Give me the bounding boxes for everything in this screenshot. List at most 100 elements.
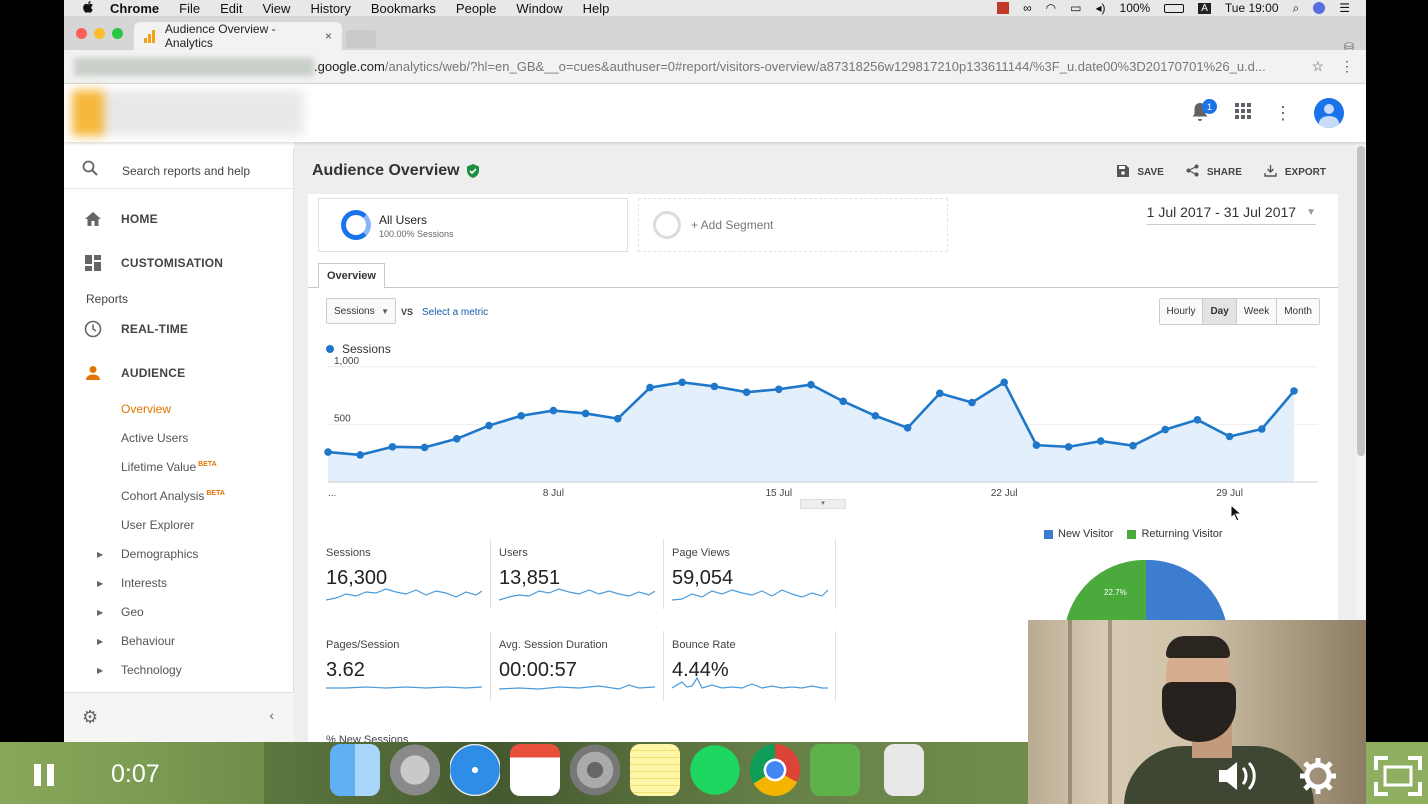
zoom-window-button[interactable]	[112, 28, 123, 39]
sidebar-item-realtime[interactable]: REAL-TIME	[82, 320, 188, 338]
admin-gear-icon[interactable]: ⚙	[82, 707, 98, 728]
pause-button[interactable]	[34, 764, 54, 786]
sidebar-subitem-cohort-analysis[interactable]: Cohort Analysis BETA	[121, 489, 225, 503]
blurred-account-selector[interactable]	[72, 90, 304, 136]
add-segment-button[interactable]: + Add Segment	[638, 198, 948, 252]
notifications-bell-icon[interactable]: 1	[1190, 99, 1217, 125]
minimize-window-button[interactable]	[94, 28, 105, 39]
browser-menu-icon[interactable]: ⋮	[1340, 58, 1354, 75]
sidebar-subitem-geo[interactable]: Geo	[121, 605, 144, 619]
expand-triangle-icon[interactable]: ▶	[97, 608, 103, 617]
new-tab-button[interactable]	[346, 30, 376, 48]
more-options-icon[interactable]: ⋮	[1274, 103, 1292, 124]
volume-icon[interactable]	[1215, 756, 1263, 796]
battery-icon[interactable]	[1164, 3, 1185, 13]
user-avatar[interactable]	[1314, 98, 1344, 128]
save-icon	[1117, 164, 1130, 180]
menu-edit[interactable]: Edit	[220, 1, 242, 16]
granularity-hourly[interactable]: Hourly	[1159, 299, 1204, 324]
bookmark-star-icon[interactable]: ☆	[1311, 58, 1324, 75]
chart-resize-handle[interactable]: ▾	[800, 499, 846, 509]
menubar-clock[interactable]: Tue 19:00	[1225, 1, 1279, 15]
sidebar-item-home[interactable]: HOME	[82, 210, 158, 228]
fullscreen-icon[interactable]	[1374, 756, 1422, 796]
granularity-week[interactable]: Week	[1236, 299, 1278, 324]
apps-grid-icon[interactable]	[1234, 102, 1252, 125]
apple-icon[interactable]	[82, 0, 96, 17]
search-input[interactable]: Search reports and help	[122, 164, 250, 178]
tab-close-icon[interactable]: ×	[325, 29, 332, 43]
menu-people[interactable]: People	[456, 1, 496, 16]
metric-dropdown[interactable]: Sessions ▼	[326, 298, 396, 324]
browser-tab-active[interactable]: Audience Overview - Analytics ×	[134, 22, 342, 50]
creative-cloud-icon[interactable]: ∞	[1023, 1, 1032, 15]
menu-help[interactable]: Help	[583, 1, 610, 16]
notes-icon[interactable]	[630, 744, 680, 796]
sidebar-subitem-interests[interactable]: Interests	[121, 576, 167, 590]
date-range-text: 1 Jul 2017 - 31 Jul 2017	[1146, 204, 1297, 220]
sidebar-subitem-overview[interactable]: Overview	[121, 402, 171, 416]
battery-percent: 100%	[1119, 1, 1151, 15]
siri-icon[interactable]	[1313, 2, 1326, 14]
sidebar-item-audience[interactable]: AUDIENCE	[82, 364, 185, 382]
input-source-badge[interactable]: A	[1198, 2, 1211, 14]
menu-view[interactable]: View	[262, 1, 290, 16]
tab-overview[interactable]: Overview	[318, 263, 385, 289]
wifi-icon[interactable]: ◠	[1046, 1, 1056, 15]
save-button[interactable]: SAVE	[1117, 164, 1164, 180]
sidebar-subitem-behaviour[interactable]: Behaviour	[121, 634, 175, 648]
expand-triangle-icon[interactable]: ▶	[97, 579, 103, 588]
spotlight-icon[interactable]: ⌕	[1293, 1, 1300, 16]
menu-history[interactable]: History	[310, 1, 350, 16]
share-button[interactable]: SHARE	[1186, 164, 1242, 180]
recording-icon[interactable]	[997, 2, 1010, 14]
granularity-month[interactable]: Month	[1277, 299, 1319, 324]
menu-bookmarks[interactable]: Bookmarks	[371, 1, 436, 16]
sidebar-subitem-active-users[interactable]: Active Users	[121, 431, 188, 445]
visitor-pie-chart[interactable]	[1064, 560, 1244, 620]
expand-triangle-icon[interactable]: ▶	[97, 550, 103, 559]
granularity-day[interactable]: Day	[1203, 299, 1237, 324]
menu-window[interactable]: Window	[516, 1, 562, 16]
notification-center-icon[interactable]: ☰	[1339, 1, 1350, 15]
caret-down-icon: ▼	[381, 306, 389, 316]
finder-icon[interactable]	[330, 744, 380, 796]
export-button[interactable]: EXPORT	[1264, 164, 1326, 180]
select-metric-link[interactable]: Select a metric	[422, 307, 488, 318]
calendar-icon[interactable]	[510, 744, 560, 796]
close-window-button[interactable]	[76, 28, 87, 39]
date-range-picker[interactable]: 1 Jul 2017 - 31 Jul 2017 ▼	[1146, 204, 1316, 225]
url-field[interactable]: .google.com/analytics/web/?hl=en_GB&__o=…	[314, 59, 1304, 74]
safari-icon[interactable]	[450, 744, 500, 796]
sidebar-subitem-lifetime-value[interactable]: Lifetime Value BETA	[121, 460, 217, 474]
scrollbar-thumb[interactable]	[1357, 146, 1365, 456]
camtasia-icon[interactable]	[810, 744, 860, 796]
segment-share: 100.00% Sessions	[379, 229, 454, 239]
menu-app-chrome[interactable]: Chrome	[110, 1, 159, 16]
analytics-favicon-icon	[144, 29, 158, 43]
mpeg-file-icon[interactable]	[884, 744, 924, 796]
sidebar-item-customisation[interactable]: CUSTOMISATION	[82, 254, 223, 272]
sidebar-subitem-user-explorer[interactable]: User Explorer	[121, 518, 194, 532]
chrome-icon[interactable]	[750, 744, 800, 796]
sidebar-subitem-technology[interactable]: Technology	[121, 663, 182, 677]
x-tick-label: 8 Jul	[543, 488, 564, 499]
menu-file[interactable]: File	[179, 1, 200, 16]
system-preferences-icon[interactable]	[570, 744, 620, 796]
airplay-icon[interactable]: ▭	[1070, 1, 1081, 15]
launchpad-icon[interactable]	[390, 744, 440, 796]
volume-icon[interactable]: ◂)	[1095, 1, 1105, 15]
sessions-line-chart[interactable]: 500 1,000... 8 Jul 15 Jul 22 Jul 29 Jul	[308, 354, 1338, 504]
presenter-hair	[1166, 636, 1230, 658]
sidebar-search[interactable]: Search reports and help	[82, 160, 250, 181]
expand-triangle-icon[interactable]: ▶	[97, 637, 103, 646]
spotify-icon[interactable]	[690, 744, 740, 796]
settings-gear-icon[interactable]	[1298, 756, 1338, 796]
x-tick-label: 22 Jul	[991, 488, 1018, 499]
expand-triangle-icon[interactable]: ▶	[97, 666, 103, 675]
collapse-sidebar-icon[interactable]: ‹	[269, 707, 274, 723]
segment-all-users[interactable]: All Users 100.00% Sessions	[318, 198, 628, 252]
data-point	[1225, 432, 1234, 441]
legend-label: New Visitor	[1058, 528, 1114, 540]
sidebar-subitem-demographics[interactable]: Demographics	[121, 547, 198, 561]
